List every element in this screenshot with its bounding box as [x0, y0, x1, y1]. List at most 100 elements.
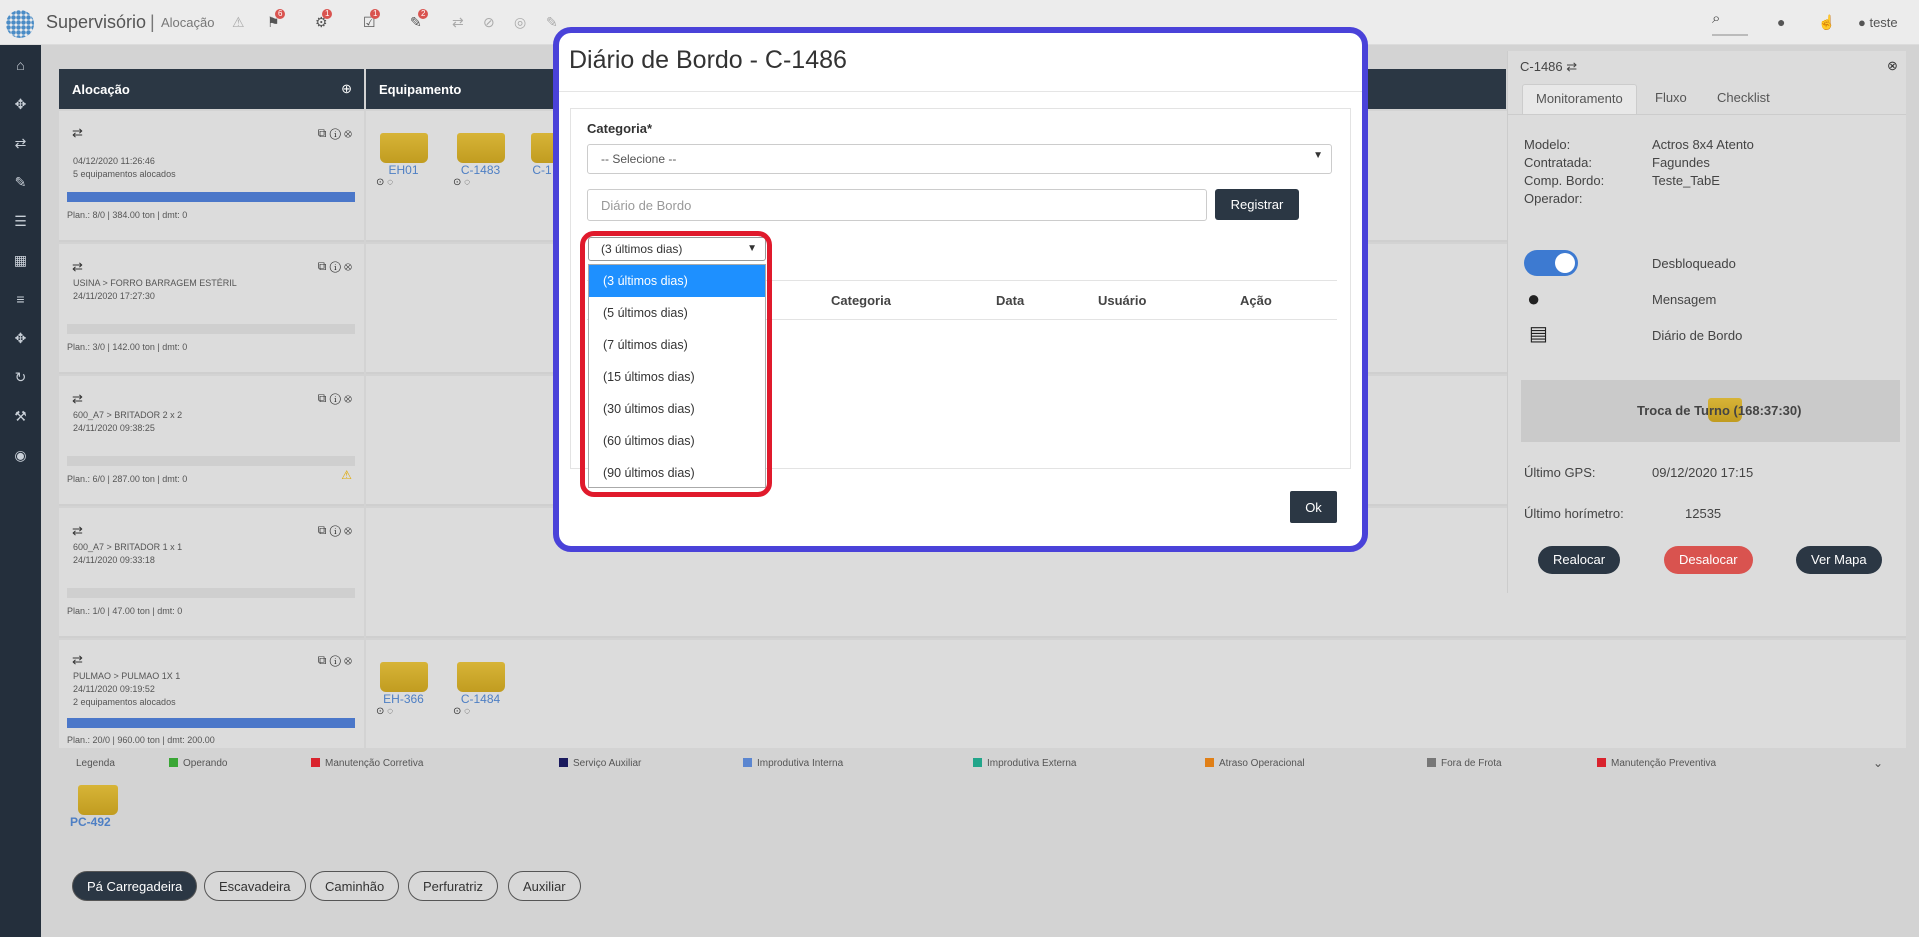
allocation-row[interactable]: ⇄ ⧉ ⓘ ⊗ 600_A7 > BRITADOR 2 x 2 24/11/20… — [59, 376, 364, 506]
row-action-icons[interactable]: ⧉ ⓘ ⊗ — [318, 126, 352, 141]
filter-loader-button[interactable]: Pá Carregadeira — [72, 871, 198, 901]
diary-input[interactable]: Diário de Bordo — [587, 189, 1207, 221]
filter-truck-button[interactable]: Caminhão — [310, 871, 400, 901]
allocation-header: Alocação ⊕ — [59, 69, 364, 109]
excavator-icon — [379, 133, 428, 163]
toggle-label: Desbloqueado — [1652, 256, 1736, 271]
allocation-row[interactable]: ⇄ ⧉ ⓘ ⊗ PULMAO > PULMAO 1X 1 24/11/2020 … — [59, 640, 364, 748]
shuffle-icon[interactable]: ⇄ — [452, 14, 464, 31]
legend-swatch — [743, 758, 752, 767]
progress-bar — [67, 588, 355, 598]
allocation-row[interactable]: ⇄ ⧉ ⓘ ⊗ USINA > FORRO BARRAGEM ESTÉRIL 2… — [59, 244, 364, 374]
field-label: Comp. Bordo: — [1524, 173, 1605, 188]
row-action-icons[interactable]: ⧉ ⓘ ⊗ — [318, 523, 352, 538]
equipment-item[interactable]: C-1 — [531, 133, 553, 177]
list-icon[interactable]: ☰ — [0, 213, 41, 230]
add-allocation-icon[interactable]: ⊕ — [341, 81, 352, 97]
left-nav: ⌂ ✥ ⇄ ✎ ☰ ▦ ≡ ✥ ↻ ⚒ ◉ — [0, 45, 41, 937]
equipment-label: EH01 — [388, 163, 419, 177]
hand-icon[interactable]: ☝ — [1818, 14, 1835, 31]
modal-title: Diário de Bordo - C-1486 — [569, 46, 847, 74]
field-value: Teste_TabE — [1652, 173, 1720, 188]
shift-card: Troca de Turno (168:37:30) — [1521, 380, 1900, 442]
diary-label[interactable]: Diário de Bordo — [1652, 328, 1742, 343]
exchange-row-icon[interactable]: ⇄ — [72, 259, 83, 275]
realocar-button[interactable]: Realocar — [1538, 546, 1621, 574]
row-action-icons[interactable]: ⧉ ⓘ ⊗ — [318, 391, 352, 406]
equipment-item[interactable]: C-1484 ⊙ ◌ — [453, 662, 508, 717]
warning-icon[interactable]: ⚠ — [232, 14, 245, 31]
exchange-row-icon[interactable]: ⇄ — [72, 125, 83, 141]
book-icon[interactable]: ▤ — [1529, 321, 1548, 346]
app-logo[interactable] — [6, 10, 34, 38]
eye-slash-icon[interactable]: ◎ — [514, 14, 526, 31]
desalocar-button[interactable]: Desalocar — [1664, 546, 1753, 574]
edit-icon[interactable]: ✎ — [546, 14, 558, 31]
move-icon[interactable]: ✥ — [0, 96, 41, 113]
close-icon[interactable]: ⊗ — [1887, 58, 1898, 74]
dashboard-icon[interactable]: ◉ — [0, 447, 41, 464]
chevron-down-icon[interactable]: ⌄ — [1873, 756, 1883, 770]
lock-toggle[interactable] — [1524, 250, 1578, 276]
ok-button[interactable]: Ok — [1290, 491, 1337, 523]
category-select[interactable]: -- Selecione -- ▼ — [587, 144, 1332, 174]
register-button[interactable]: Registrar — [1215, 189, 1299, 220]
home-icon[interactable]: ⌂ — [0, 57, 41, 73]
user-menu[interactable]: ● teste — [1858, 15, 1898, 30]
legend-swatch — [169, 758, 178, 767]
ban-icon[interactable]: ⊘ — [483, 14, 495, 31]
filter-drill-button[interactable]: Perfuratriz — [408, 871, 498, 901]
search-icon[interactable]: ⌕ — [1712, 10, 1748, 36]
legend-swatch — [1427, 758, 1436, 767]
equipment-label: EH-366 — [383, 692, 424, 706]
tab-checklist[interactable]: Checklist — [1704, 84, 1783, 114]
arrows-icon[interactable]: ✥ — [0, 330, 41, 347]
progress-bar — [67, 456, 355, 466]
equipment-item[interactable]: EH01 ⊙ ◌ — [376, 133, 431, 188]
warning-icon[interactable]: ⚠ — [341, 468, 352, 482]
row-date: 04/12/2020 11:26:46 — [73, 156, 155, 166]
legend-item: Manutenção Corretiva — [311, 758, 423, 769]
legend-item: Improdutiva Externa — [973, 758, 1077, 769]
equipment-item[interactable]: C-1483 ⊙ ◌ — [453, 133, 508, 188]
exchange-row-icon[interactable]: ⇄ — [72, 652, 83, 668]
exchange-icon[interactable]: ⇄ — [0, 135, 41, 152]
gps-value: 09/12/2020 17:15 — [1652, 465, 1754, 480]
chat-icon[interactable]: ● — [1777, 14, 1785, 30]
refresh-icon[interactable]: ↻ — [0, 369, 41, 386]
calendar-icon[interactable]: ▦ — [0, 252, 41, 269]
equipment-item[interactable]: EH-366 ⊙ ◌ — [376, 662, 431, 717]
filter-excavator-button[interactable]: Escavadeira — [204, 871, 306, 901]
truck-icon — [456, 133, 505, 163]
row-action-icons[interactable]: ⧉ ⓘ ⊗ — [318, 653, 352, 668]
loader-icon — [77, 785, 118, 815]
row-date: 24/11/2020 09:33:18 — [73, 555, 155, 565]
message-icon[interactable]: ● — [1527, 286, 1540, 312]
wrench-nav-icon[interactable]: ✎ — [0, 174, 41, 191]
equipment-label: PC-492 — [70, 815, 111, 829]
exchange-row-icon[interactable]: ⇄ — [72, 391, 83, 407]
row-date: 24/11/2020 09:38:25 — [73, 423, 155, 433]
legend-item: Operando — [169, 758, 227, 769]
field-label: Operador: — [1524, 191, 1583, 206]
page-subtitle: Alocação — [161, 15, 215, 30]
unallocated-equipment[interactable]: PC-492 — [70, 785, 125, 829]
menu-icon[interactable]: ≡ — [0, 291, 41, 307]
allocation-row[interactable]: ⇄ ⧉ ⓘ ⊗ 600_A7 > BRITADOR 1 x 1 24/11/20… — [59, 508, 364, 638]
row-count: 2 equipamentos alocados — [73, 697, 176, 707]
exchange-row-icon[interactable]: ⇄ — [72, 523, 83, 539]
tab-fluxo[interactable]: Fluxo — [1642, 84, 1700, 114]
ver-mapa-button[interactable]: Ver Mapa — [1796, 546, 1882, 574]
filter-auxiliary-button[interactable]: Auxiliar — [508, 871, 581, 901]
equipment-row: EH-366 ⊙ ◌ C-1484 ⊙ ◌ — [366, 640, 1906, 748]
legend-item: Fora de Frota — [1427, 758, 1502, 769]
message-label[interactable]: Mensagem — [1652, 292, 1716, 307]
legend-item: Improdutiva Interna — [743, 758, 843, 769]
tab-divider — [1507, 114, 1906, 115]
tool-icon[interactable]: ⚒ — [0, 408, 41, 425]
status-icons: ⊙ ◌ — [376, 706, 394, 717]
tab-monitoramento[interactable]: Monitoramento — [1522, 84, 1637, 114]
allocation-row[interactable]: ⇄ ⧉ ⓘ ⊗ 04/12/2020 11:26:46 5 equipament… — [59, 111, 364, 242]
shift-label: Troca de Turno (168:37:30) — [1637, 403, 1802, 418]
row-action-icons[interactable]: ⧉ ⓘ ⊗ — [318, 259, 352, 274]
